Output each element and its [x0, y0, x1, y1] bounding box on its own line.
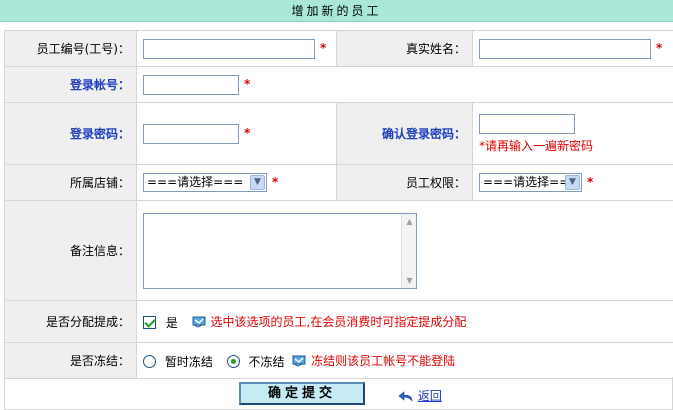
form-footer: 确定提交 返回 — [4, 377, 673, 410]
required-mark: * — [587, 175, 594, 189]
login-account-label: 登录帐号： — [4, 66, 137, 103]
submit-button[interactable]: 确定提交 — [239, 382, 365, 405]
freeze-hint: 冻结则该员工帐号不能登陆 — [311, 353, 456, 368]
row-employee-no: 员工编号(工号)： * 真实姓名： * — [4, 30, 673, 67]
freeze-cell: 暂时冻结 不冻结 冻结则该员工帐号不能登陆 — [136, 342, 673, 379]
row-store-permission: 所属店铺： ===请选择=== ▼ * 员工权限： ===请选择=== ▼ * — [4, 164, 673, 201]
confirm-password-cell: *请再输入一遍新密码 — [472, 102, 673, 165]
freeze-label: 是否冻结： — [4, 342, 137, 379]
remark-label: 备注信息： — [4, 200, 137, 301]
login-password-cell: * — [136, 102, 337, 165]
store-select[interactable]: ===请选择=== ▼ — [143, 173, 267, 192]
login-password-label: 登录密码： — [4, 102, 137, 165]
freeze-no-label: 不冻结 — [248, 354, 285, 369]
confirm-password-label: 确认登录密码： — [336, 102, 473, 165]
commission-cell: 是 选中该选项的员工,在会员消费时可指定提成分配 — [136, 300, 673, 343]
required-mark: * — [656, 41, 663, 55]
permission-cell: ===请选择=== ▼ * — [472, 164, 673, 201]
scrollbar[interactable]: ▲ ▼ — [401, 213, 416, 288]
permission-label: 员工权限： — [336, 164, 473, 201]
real-name-label: 真实姓名： — [336, 30, 473, 67]
store-select-value: ===请选择=== — [147, 175, 244, 189]
row-remark: 备注信息： ▲ ▼ — [4, 200, 673, 301]
store-label: 所属店铺： — [4, 164, 137, 201]
login-password-input[interactable] — [143, 123, 239, 144]
employee-form: 员工编号(工号)： * 真实姓名： * 登录帐号： * 登录密码： * 确认登录… — [4, 30, 673, 379]
login-account-cell: * — [136, 66, 673, 103]
page-header: 增加新的员工 — [0, 0, 673, 22]
row-login-account: 登录帐号： * — [4, 66, 673, 103]
back-arrow-icon[interactable] — [398, 390, 414, 403]
chevron-down-icon[interactable]: ▼ — [250, 175, 265, 190]
required-mark: * — [320, 41, 327, 55]
employee-no-cell: * — [136, 30, 337, 67]
remark-cell: ▲ ▼ — [136, 200, 673, 301]
back-link-wrap: 返回 — [398, 387, 442, 404]
required-mark: * — [244, 77, 251, 91]
freeze-temp-radio[interactable] — [143, 354, 156, 368]
commission-checkbox[interactable] — [143, 315, 156, 329]
row-password: 登录密码： * 确认登录密码： *请再输入一遍新密码 — [4, 102, 673, 165]
row-freeze: 是否冻结： 暂时冻结 不冻结 冻结则该员工帐号不能登陆 — [4, 342, 673, 379]
real-name-cell: * — [472, 30, 673, 67]
freeze-temp-label: 暂时冻结 — [164, 354, 213, 369]
confirm-password-hint: *请再输入一遍新密码 — [479, 138, 594, 153]
employee-no-input[interactable] — [143, 38, 315, 59]
permission-select[interactable]: ===请选择=== ▼ — [479, 173, 582, 192]
note-icon — [292, 355, 306, 367]
chevron-down-icon[interactable]: ▼ — [565, 175, 580, 190]
required-mark: * — [272, 175, 279, 189]
required-mark: * — [244, 126, 251, 140]
remark-textarea[interactable] — [143, 212, 417, 289]
row-commission: 是否分配提成： 是 选中该选项的员工,在会员消费时可指定提成分配 — [4, 300, 673, 343]
real-name-input[interactable] — [479, 38, 651, 59]
freeze-no-radio[interactable] — [226, 354, 240, 368]
remark-textarea-wrap: ▲ ▼ — [143, 212, 417, 289]
commission-hint: 选中该选项的员工,在会员消费时可指定提成分配 — [210, 314, 467, 329]
scroll-down-icon[interactable]: ▼ — [403, 274, 416, 287]
store-cell: ===请选择=== ▼ * — [136, 164, 337, 201]
back-link[interactable]: 返回 — [418, 389, 442, 403]
confirm-password-input[interactable] — [479, 113, 575, 134]
page-title: 增加新的员工 — [291, 4, 382, 18]
employee-no-label: 员工编号(工号)： — [4, 30, 137, 67]
commission-yes-label: 是 — [165, 315, 178, 330]
login-account-input[interactable] — [143, 74, 239, 95]
scroll-up-icon[interactable]: ▲ — [403, 215, 416, 228]
note-icon — [192, 316, 206, 328]
commission-label: 是否分配提成： — [4, 300, 137, 343]
